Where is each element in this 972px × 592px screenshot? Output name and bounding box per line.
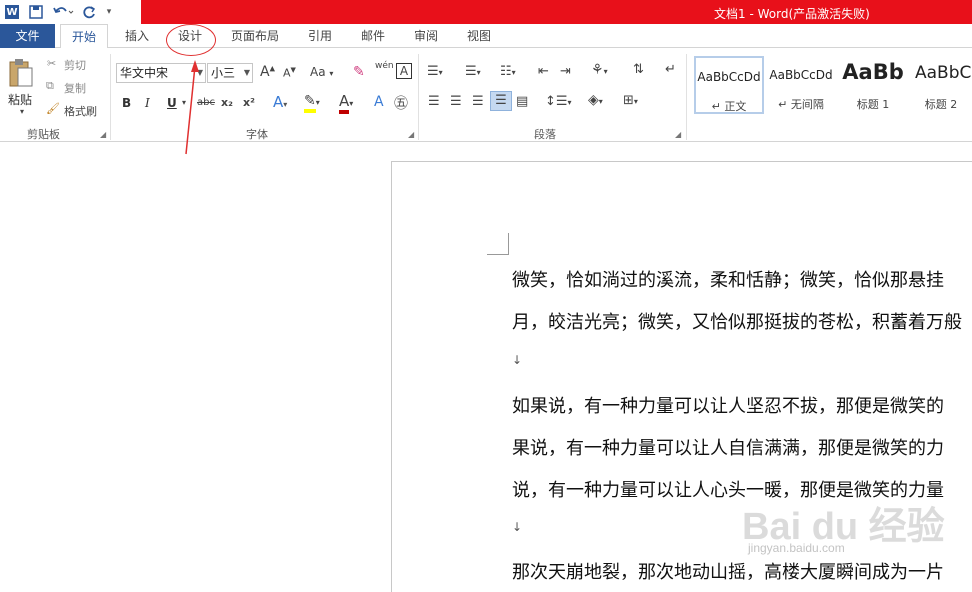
annotation-arrow-icon [185, 60, 199, 155]
